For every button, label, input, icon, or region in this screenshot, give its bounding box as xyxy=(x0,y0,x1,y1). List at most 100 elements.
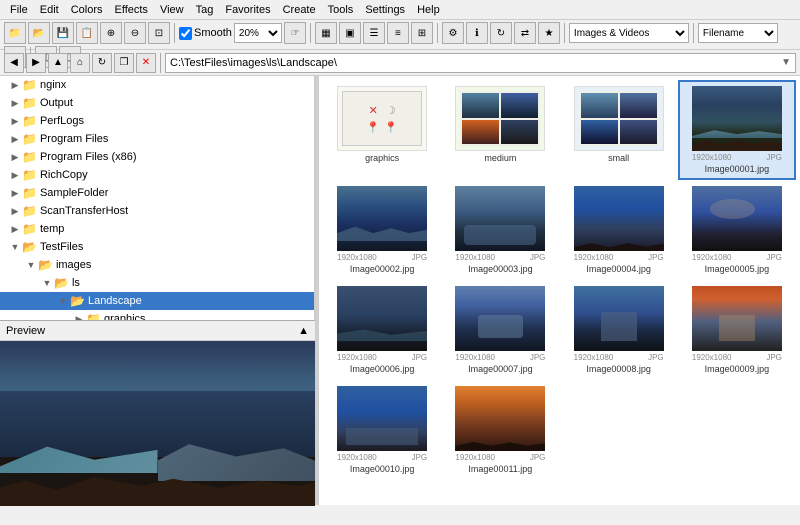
expand-landscape[interactable]: ▼ xyxy=(56,294,70,308)
smooth-check[interactable]: Smooth xyxy=(179,27,232,40)
expand-samplefolder[interactable]: ▶ xyxy=(8,186,22,200)
thumb-image00001-img xyxy=(692,86,782,151)
thumb-image00009[interactable]: 1920x1080 JPG Image00009.jpg xyxy=(678,280,796,380)
thumb-image00008[interactable]: 1920x1080 JPG Image00008.jpg xyxy=(560,280,678,380)
menu-file[interactable]: File xyxy=(4,2,34,18)
thumb-image00004[interactable]: 1920x1080 JPG Image00004.jpg xyxy=(560,180,678,280)
thumb-image00001-label: Image00001.jpg xyxy=(705,164,770,174)
sort-select[interactable]: FilenameDateSize xyxy=(698,23,778,43)
folder-icon: 📁 xyxy=(22,168,37,182)
menu-effects[interactable]: Effects xyxy=(109,2,154,18)
thumb-image00002[interactable]: 1920x1080 JPG Image00002.jpg xyxy=(323,180,441,280)
btn-copy-path[interactable]: ❐ xyxy=(114,53,134,73)
preview-collapse[interactable]: ▲ xyxy=(298,325,309,337)
btn-open[interactable]: 📂 xyxy=(28,22,50,44)
tree-item-programfiles[interactable]: ▶ 📁 Program Files xyxy=(0,130,314,148)
tree-item-ls[interactable]: ▼ 📂 ls xyxy=(0,274,314,292)
thumb-image00007[interactable]: 1920x1080 JPG Image00007.jpg xyxy=(441,280,559,380)
btn-sync[interactable]: ⇄ xyxy=(514,22,536,44)
thumb-folder-small[interactable]: small xyxy=(560,80,678,180)
tree-item-programfilesx86[interactable]: ▶ 📁 Program Files (x86) xyxy=(0,148,314,166)
btn-grid2[interactable]: ▣ xyxy=(339,22,361,44)
menu-favorites[interactable]: Favorites xyxy=(219,2,276,18)
address-expand[interactable]: ▼ xyxy=(781,57,791,68)
btn-refresh[interactable]: ↻ xyxy=(490,22,512,44)
tree-item-output[interactable]: ▶ 📁 Output xyxy=(0,94,314,112)
btn-grid1[interactable]: ▦ xyxy=(315,22,337,44)
expand-perflogs[interactable]: ▶ xyxy=(8,114,22,128)
preview-landscape-img xyxy=(0,341,315,506)
menu-create[interactable]: Create xyxy=(277,2,322,18)
expand-richcopy[interactable]: ▶ xyxy=(8,168,22,182)
thumb-folder-graphics[interactable]: ✕ ☽ 📍 📍 graphics xyxy=(323,80,441,180)
menu-help[interactable]: Help xyxy=(411,2,446,18)
btn-save[interactable]: 💾 xyxy=(52,22,74,44)
tree-item-perflogs[interactable]: ▶ 📁 PerfLogs xyxy=(0,112,314,130)
thumb-image00011-label: Image00011.jpg xyxy=(468,464,532,474)
tree-item-landscape[interactable]: ▼ 📂 Landscape xyxy=(0,292,314,310)
btn-detail[interactable]: ≡ xyxy=(387,22,409,44)
btn-back[interactable]: ◀ xyxy=(4,53,24,73)
btn-info[interactable]: ℹ xyxy=(466,22,488,44)
tree-item-scantransfer[interactable]: ▶ 📁 ScanTransferHost xyxy=(0,202,314,220)
img-meta: 1920x1080 xyxy=(455,253,495,262)
tree-item-graphics[interactable]: ▶ 📁 graphics xyxy=(0,310,314,320)
thumb-image00003[interactable]: 1920x1080 JPG Image00003.jpg xyxy=(441,180,559,280)
thumb-image00001[interactable]: 1920x1080 JPG Image00001.jpg xyxy=(678,80,796,180)
tree-label: PerfLogs xyxy=(40,115,84,127)
folder-icon-open: 📂 xyxy=(70,294,85,308)
btn-list[interactable]: ☰ xyxy=(363,22,385,44)
tree-item-richcopy[interactable]: ▶ 📁 RichCopy xyxy=(0,166,314,184)
tree-label: temp xyxy=(40,223,64,235)
btn-minus[interactable]: ⊖ xyxy=(124,22,146,44)
tree-item-nginx[interactable]: ▶ 📁 nginx xyxy=(0,76,314,94)
expand-graphics[interactable]: ▶ xyxy=(72,312,86,320)
thumb-folder-medium[interactable]: medium xyxy=(441,80,559,180)
btn-fit[interactable]: ⊡ xyxy=(148,22,170,44)
btn-copy[interactable]: 📋 xyxy=(76,22,98,44)
thumb-image00006[interactable]: 1920x1080 JPG Image00006.jpg xyxy=(323,280,441,380)
tree-item-samplefolder[interactable]: ▶ 📁 SampleFolder xyxy=(0,184,314,202)
btn-settings[interactable]: ⚙ xyxy=(442,22,464,44)
menu-edit[interactable]: Edit xyxy=(34,2,65,18)
expand-images[interactable]: ▼ xyxy=(24,258,38,272)
expand-output[interactable]: ▶ xyxy=(8,96,22,110)
thumb-image00011[interactable]: 1920x1080 JPG Image00011.jpg xyxy=(441,380,559,480)
btn-home[interactable]: ⌂ xyxy=(70,53,90,73)
menu-tag[interactable]: Tag xyxy=(190,2,220,18)
expand-nginx[interactable]: ▶ xyxy=(8,78,22,92)
expand-programfiles[interactable]: ▶ xyxy=(8,132,22,146)
btn-forward[interactable]: ▶ xyxy=(26,53,46,73)
expand-scantransfer[interactable]: ▶ xyxy=(8,204,22,218)
img-format: JPG xyxy=(530,353,546,362)
filter-select[interactable]: Images & VideosImagesVideos xyxy=(569,23,689,43)
btn-new[interactable]: 📁 xyxy=(4,22,26,44)
btn-compare[interactable]: ⊞ xyxy=(411,22,433,44)
zoom-select[interactable]: 20%25%50%100% xyxy=(234,23,282,43)
btn-refresh2[interactable]: ↻ xyxy=(92,53,112,73)
menu-settings[interactable]: Settings xyxy=(359,2,411,18)
tree-item-temp[interactable]: ▶ 📁 temp xyxy=(0,220,314,238)
addressbar[interactable]: C:\TestFiles\images\ls\Landscape\ ▼ xyxy=(165,53,796,73)
folder-icon-open: 📂 xyxy=(38,258,53,272)
expand-testfiles[interactable]: ▼ xyxy=(8,240,22,254)
btn-star[interactable]: ★ xyxy=(538,22,560,44)
btn-red[interactable]: ✕ xyxy=(136,53,156,73)
menu-view[interactable]: View xyxy=(154,2,190,18)
menu-tools[interactable]: Tools xyxy=(322,2,360,18)
tree-label: Program Files (x86) xyxy=(40,151,137,163)
smooth-checkbox[interactable] xyxy=(179,27,192,40)
img-meta: 1920x1080 xyxy=(574,253,614,262)
thumb-image00005[interactable]: 1920x1080 JPG Image00005.jpg xyxy=(678,180,796,280)
btn-add[interactable]: ⊕ xyxy=(100,22,122,44)
expand-temp[interactable]: ▶ xyxy=(8,222,22,236)
btn-cursor[interactable]: ☞ xyxy=(284,22,306,44)
thumb-folder-img: ✕ ☽ 📍 📍 xyxy=(337,86,427,151)
btn-up[interactable]: ▲ xyxy=(48,53,68,73)
expand-programfilesx86[interactable]: ▶ xyxy=(8,150,22,164)
expand-ls[interactable]: ▼ xyxy=(40,276,54,290)
tree-item-images[interactable]: ▼ 📂 images xyxy=(0,256,314,274)
thumb-image00010[interactable]: 1920x1080 JPG Image00010.jpg xyxy=(323,380,441,480)
menu-colors[interactable]: Colors xyxy=(65,2,109,18)
tree-item-testfiles[interactable]: ▼ 📂 TestFiles xyxy=(0,238,314,256)
